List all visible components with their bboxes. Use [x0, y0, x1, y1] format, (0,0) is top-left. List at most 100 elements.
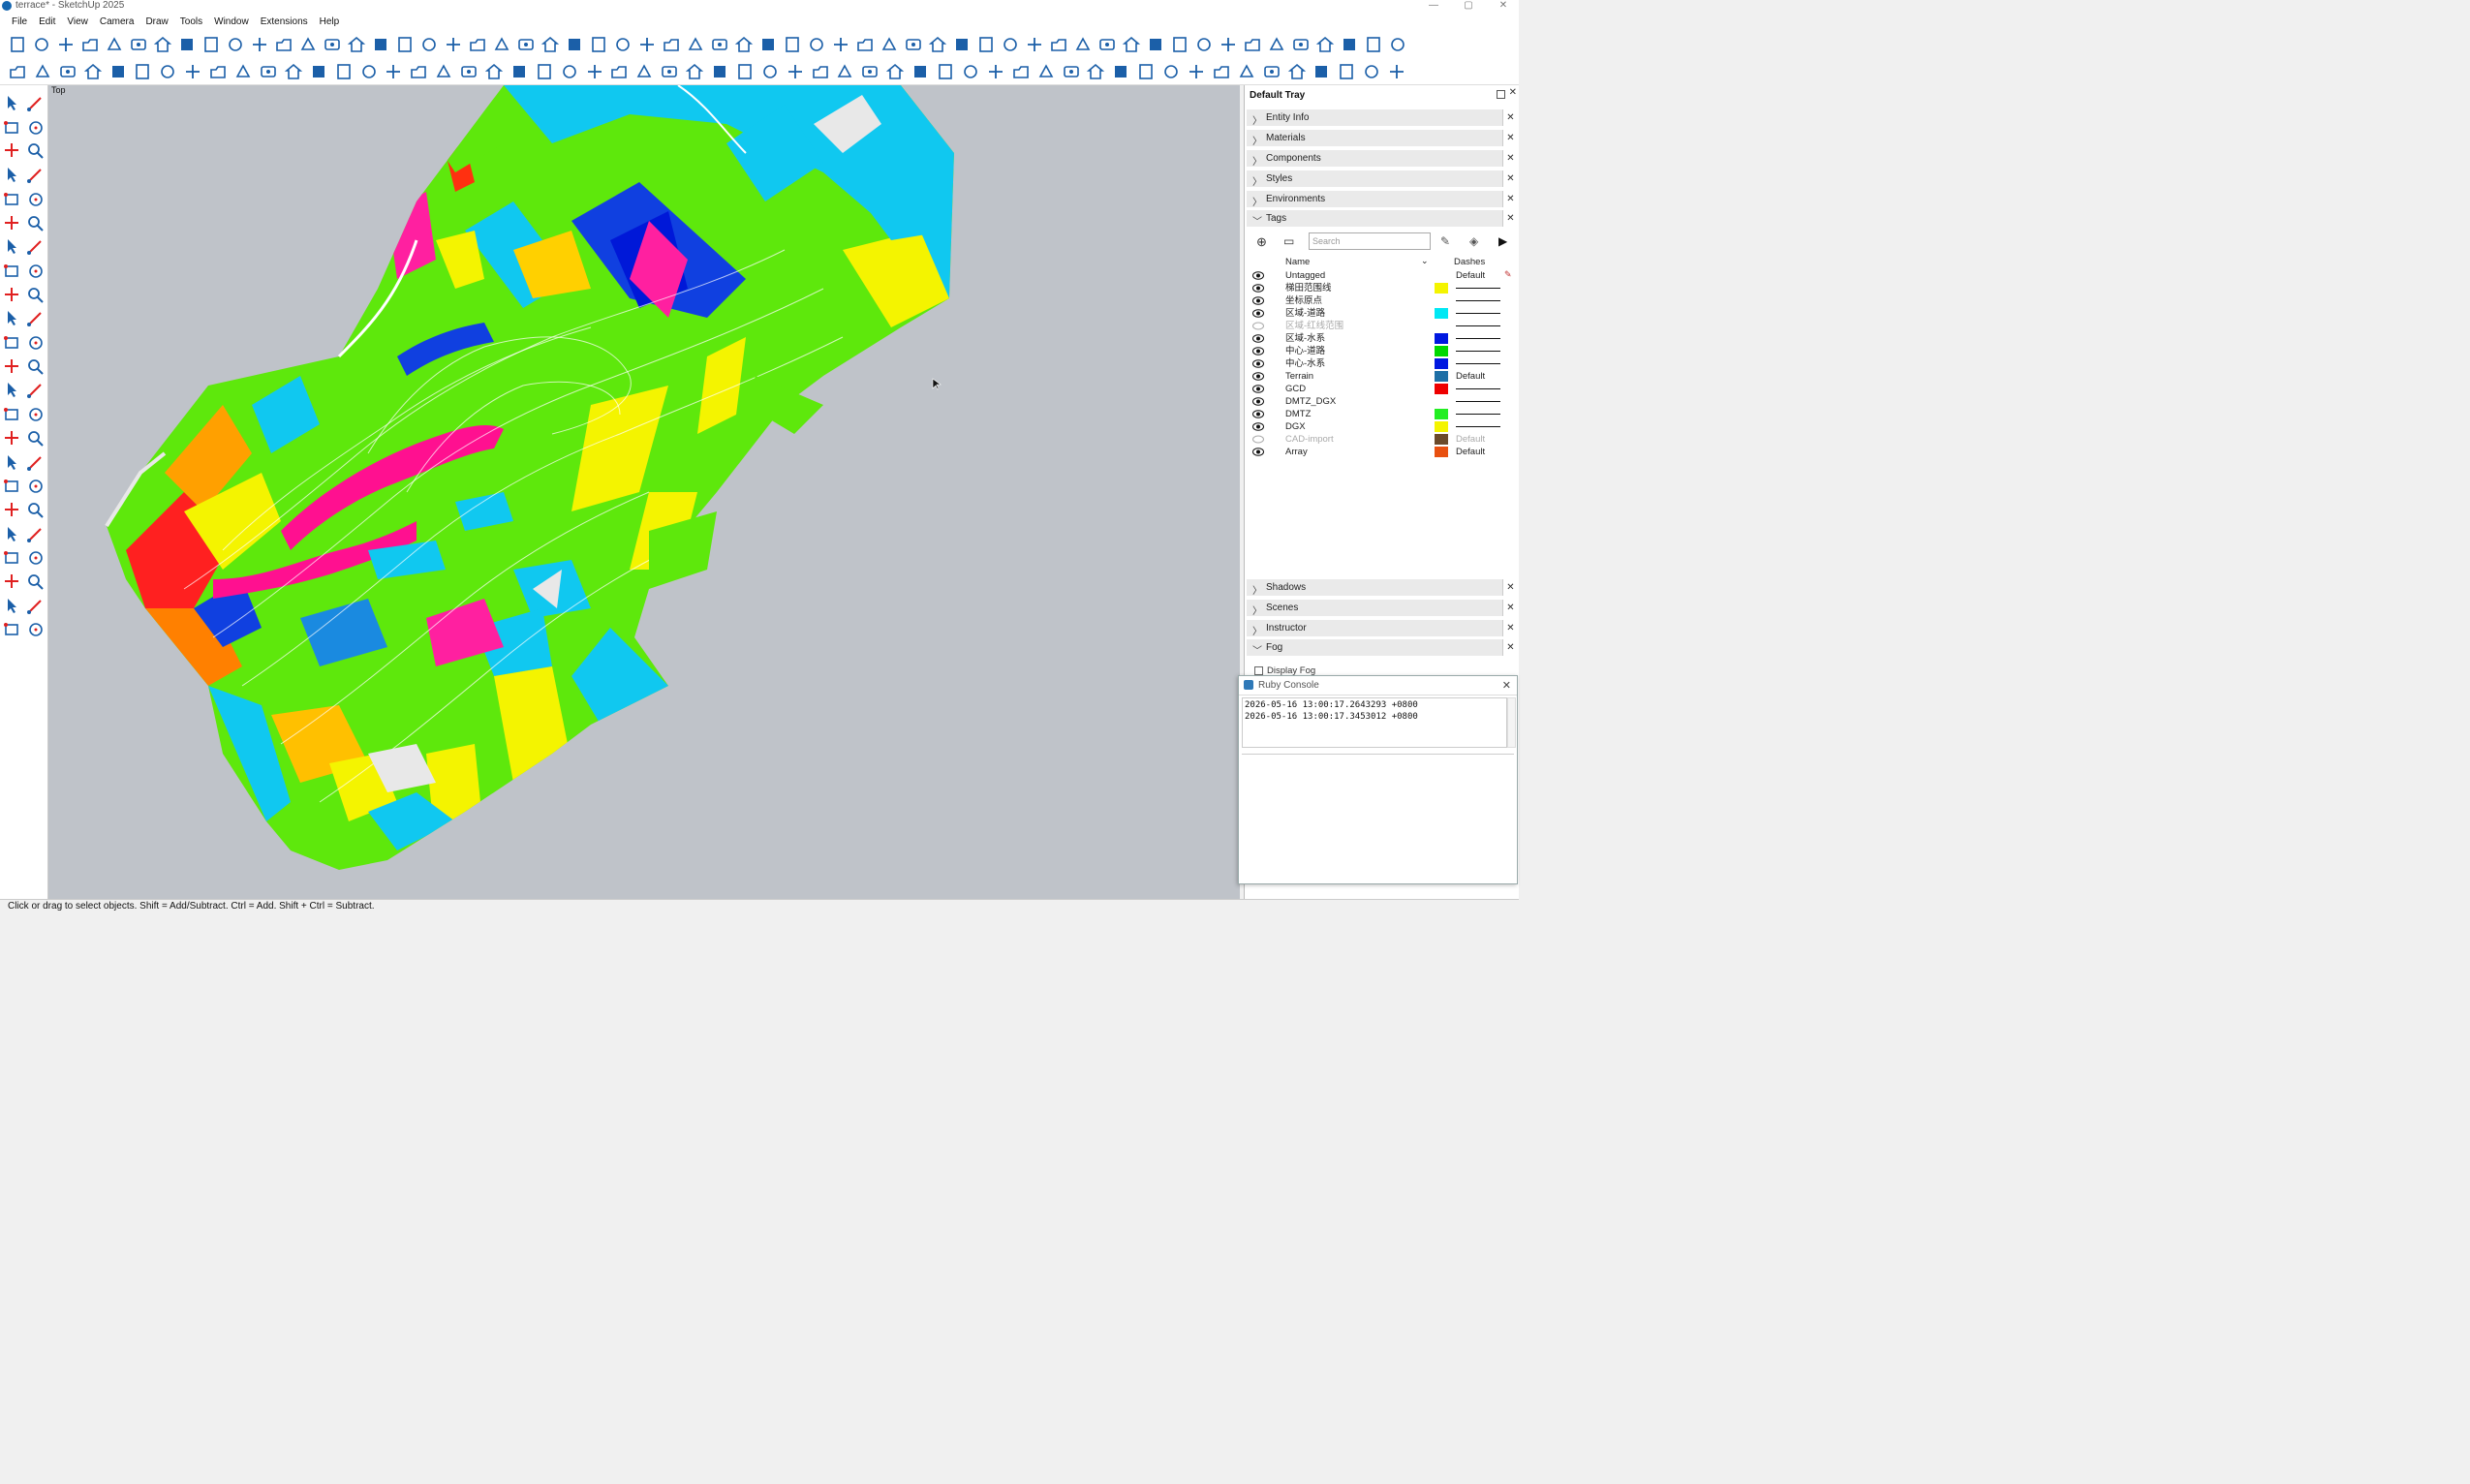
tag-row[interactable]: 中心-道路 — [1247, 345, 1516, 357]
toolbar-tool-icon[interactable] — [419, 35, 439, 54]
toolbar-tool-icon[interactable] — [928, 35, 947, 54]
tag-row[interactable]: 梯田范围线 — [1247, 282, 1516, 294]
toolbar-tool-icon[interactable] — [786, 62, 805, 81]
toolbar-tool-icon[interactable] — [58, 62, 77, 81]
toolbar-tool-icon[interactable] — [1049, 35, 1068, 54]
drawing-tool-icon[interactable] — [2, 380, 23, 401]
tag-dash-line[interactable] — [1456, 351, 1500, 352]
tag-row[interactable]: 区域-红线范围 — [1247, 320, 1516, 332]
menu-edit[interactable]: Edit — [33, 14, 61, 31]
toolbar-tool-icon[interactable] — [540, 35, 560, 54]
toolbar-tool-icon[interactable] — [1262, 62, 1281, 81]
toolbar-tool-icon[interactable] — [323, 35, 342, 54]
tag-dashes-value[interactable]: Default — [1456, 370, 1485, 383]
tag-dashes-value[interactable]: Default — [1456, 269, 1485, 282]
add-tag-icon[interactable]: ⊕ — [1256, 234, 1267, 250]
drawing-tool-icon[interactable] — [25, 596, 46, 617]
drawing-tool-icon[interactable] — [2, 428, 23, 449]
toolbar-tool-icon[interactable] — [1146, 35, 1165, 54]
toolbar-tool-icon[interactable] — [444, 35, 463, 54]
close-icon[interactable]: ✕ — [1502, 170, 1518, 187]
toolbar-tool-icon[interactable] — [710, 62, 729, 81]
toolbar-tool-icon[interactable] — [334, 62, 354, 81]
toolbar-tool-icon[interactable] — [459, 62, 479, 81]
toolbar-tool-icon[interactable] — [384, 62, 403, 81]
tray-pin-icon[interactable] — [1497, 90, 1505, 99]
close-icon[interactable]: ✕ — [1502, 210, 1518, 227]
toolbar-tool-icon[interactable] — [468, 35, 487, 54]
toolbar-tool-icon[interactable] — [565, 35, 584, 54]
tag-row[interactable]: 坐标原点 — [1247, 294, 1516, 307]
tag-dash-line[interactable] — [1456, 401, 1500, 402]
drawing-tool-icon[interactable] — [25, 619, 46, 640]
toolbar-tool-icon[interactable] — [509, 62, 529, 81]
toolbar-tool-icon[interactable] — [105, 35, 124, 54]
close-icon[interactable]: ✕ — [1502, 130, 1518, 146]
drawing-tool-icon[interactable] — [25, 452, 46, 474]
toolbar-tool-icon[interactable] — [1267, 35, 1286, 54]
toolbar-tool-icon[interactable] — [735, 62, 755, 81]
toolbar-tool-icon[interactable] — [484, 62, 504, 81]
toolbar-tool-icon[interactable] — [535, 62, 554, 81]
panel-materials[interactable]: 〉 Materials ✕ — [1247, 129, 1518, 147]
eye-visible-icon[interactable] — [1252, 284, 1264, 293]
toolbar-tool-icon[interactable] — [637, 35, 657, 54]
drawing-tool-icon[interactable] — [2, 285, 23, 306]
toolbar-tool-icon[interactable] — [585, 62, 604, 81]
toolbar-tool-icon[interactable] — [783, 35, 802, 54]
menu-view[interactable]: View — [61, 14, 94, 31]
toolbar-tool-icon[interactable] — [1387, 62, 1406, 81]
eye-visible-icon[interactable] — [1252, 448, 1264, 456]
toolbar-tool-icon[interactable] — [371, 35, 390, 54]
toolbar-tool-icon[interactable] — [226, 35, 245, 54]
toolbar-tool-icon[interactable] — [284, 62, 303, 81]
eye-visible-icon[interactable] — [1252, 334, 1264, 343]
toolbar-tool-icon[interactable] — [233, 62, 253, 81]
toolbar-tool-icon[interactable] — [936, 62, 955, 81]
toolbar-tool-icon[interactable] — [1312, 62, 1331, 81]
drawing-tool-icon[interactable] — [25, 380, 46, 401]
toolbar-tool-icon[interactable] — [80, 35, 100, 54]
terrain-model[interactable] — [48, 85, 1240, 899]
toolbar-tool-icon[interactable] — [259, 62, 278, 81]
panel-scenes[interactable]: 〉 Scenes ✕ — [1247, 599, 1518, 617]
toolbar-tool-icon[interactable] — [298, 35, 318, 54]
display-fog-checkbox[interactable] — [1254, 666, 1263, 675]
toolbar-tool-icon[interactable] — [250, 35, 269, 54]
drawing-tool-icon[interactable] — [25, 547, 46, 569]
toolbar-tool-icon[interactable] — [1340, 35, 1359, 54]
menu-camera[interactable]: Camera — [94, 14, 140, 31]
close-icon[interactable]: ✕ — [1502, 150, 1518, 167]
toolbar-tool-icon[interactable] — [831, 35, 850, 54]
tag-color-swatch[interactable] — [1435, 358, 1448, 369]
toolbar-tool-icon[interactable] — [108, 62, 128, 81]
close-icon[interactable]: ✕ — [1502, 639, 1518, 656]
toolbar-tool-icon[interactable] — [1011, 62, 1031, 81]
tag-row[interactable]: DMTZ_DGX — [1247, 395, 1516, 408]
close-icon[interactable]: ✕ — [1502, 579, 1518, 596]
eye-visible-icon[interactable] — [1252, 309, 1264, 318]
toolbar-tool-icon[interactable] — [807, 35, 826, 54]
drawing-tool-icon[interactable] — [25, 332, 46, 354]
tag-row[interactable]: GCD — [1247, 383, 1516, 395]
tag-row[interactable]: 区域-水系 — [1247, 332, 1516, 345]
tag-row[interactable]: CAD-import Default — [1247, 433, 1516, 446]
tag-color-swatch[interactable] — [1435, 409, 1448, 419]
toolbar-tool-icon[interactable] — [274, 35, 293, 54]
eye-visible-icon[interactable] — [1252, 410, 1264, 418]
tag-dash-line[interactable] — [1456, 313, 1500, 314]
toolbar-tool-icon[interactable] — [1097, 35, 1117, 54]
drawing-tool-icon[interactable] — [25, 285, 46, 306]
tag-search-input[interactable]: Search — [1309, 232, 1431, 250]
panel-shadows[interactable]: 〉 Shadows ✕ — [1247, 578, 1518, 597]
panel-tags[interactable]: ﹀ Tags ✕ — [1247, 209, 1518, 228]
toolbar-tool-icon[interactable] — [1219, 35, 1238, 54]
add-folder-icon[interactable]: ▭ — [1283, 234, 1294, 248]
eye-visible-icon[interactable] — [1252, 397, 1264, 406]
toolbar-tool-icon[interactable] — [986, 62, 1005, 81]
drawing-tool-icon[interactable] — [2, 93, 23, 114]
toolbar-tool-icon[interactable] — [359, 62, 379, 81]
tag-row[interactable]: Terrain Default — [1247, 370, 1516, 383]
toolbar-tool-icon[interactable] — [885, 62, 905, 81]
toolbar-tool-icon[interactable] — [1025, 35, 1044, 54]
